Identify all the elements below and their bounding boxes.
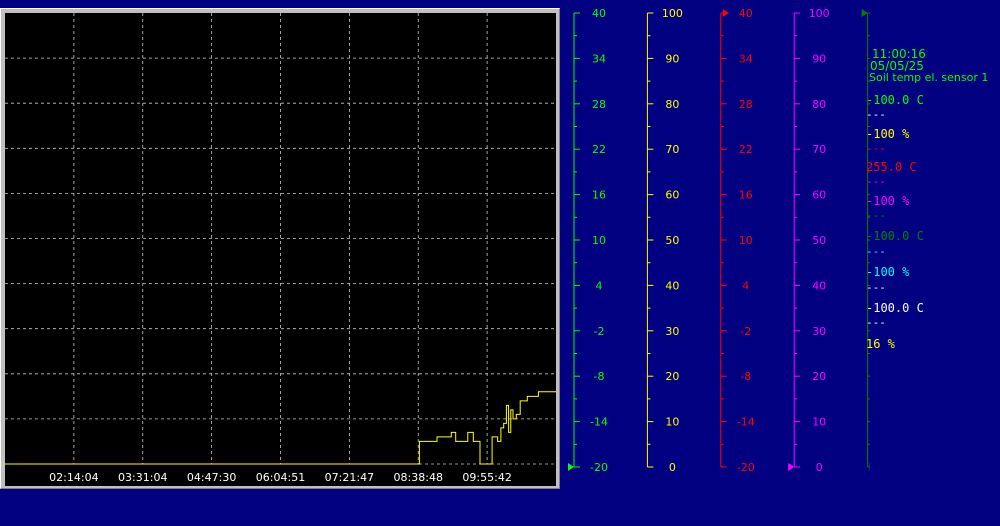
axis-tick-label: 20 — [812, 370, 826, 383]
axis-tick-label: 10 — [739, 234, 753, 247]
axis-tick-label: 50 — [665, 234, 679, 247]
axis-tick-label: 80 — [665, 98, 679, 111]
x-tick-label: 04:47:30 — [187, 471, 236, 484]
axis-tick-label: 60 — [665, 189, 679, 202]
readout-value: -100 % — [866, 265, 910, 279]
readout-value: 255.0 C — [866, 160, 917, 174]
axis-tick-label: 34 — [592, 52, 606, 65]
axis-tick-label: 40 — [592, 7, 606, 20]
axis-tick-label: 100 — [662, 7, 683, 20]
axis-marker-icon — [788, 463, 795, 471]
axis-tick-label: 90 — [665, 52, 679, 65]
axis-tick-label: -14 — [737, 416, 755, 429]
y-axes-panel: 4034282216104-2-8-14-2010090807060504030… — [568, 7, 870, 474]
axis-tick-label: 30 — [665, 325, 679, 338]
axis-tick-label: -20 — [737, 461, 755, 474]
axis-tick-label: 34 — [739, 52, 753, 65]
axis-tick-label: 16 — [739, 189, 753, 202]
readout-separator: --- — [866, 281, 886, 294]
axis-marker-icon — [722, 9, 729, 17]
x-tick-label: 07:21:47 — [325, 471, 374, 484]
axis-tick-label: 50 — [812, 234, 826, 247]
axis-4: 1009080706050403020100 — [788, 7, 830, 474]
readout-separator: --- — [866, 108, 886, 121]
axis-tick-label: 90 — [812, 52, 826, 65]
readout-value: -100 % — [866, 194, 910, 208]
axis-tick-label: 40 — [739, 7, 753, 20]
axis-tick-label: 70 — [812, 143, 826, 156]
x-tick-label: 08:38:48 — [394, 471, 443, 484]
axis-tick-label: -8 — [740, 370, 751, 383]
axis-tick-label: 28 — [592, 98, 606, 111]
axis-tick-label: 100 — [809, 7, 830, 20]
axis-tick-label: -8 — [594, 370, 605, 383]
axis-marker-icon — [568, 463, 574, 471]
axis-tick-label: 10 — [812, 416, 826, 429]
readout-separator: --- — [866, 316, 886, 329]
axis-3: 40 34 28 22 16 10 4 -2 -8 -14 -20 — [720, 7, 755, 474]
axis-tick-label: -20 — [590, 461, 608, 474]
axis-tick-label: 60 — [812, 189, 826, 202]
axis-tick-label: 40 — [812, 279, 826, 292]
readout-separator: --- — [866, 245, 886, 258]
axis-tick-label: 30 — [812, 325, 826, 338]
axis-tick-label: 70 — [665, 143, 679, 156]
axis-tick-label: 40 — [665, 279, 679, 292]
axis-tick-label: 20 — [665, 370, 679, 383]
readout-value: -100.0 C — [866, 93, 924, 107]
readout-value: -100.0 C — [866, 229, 924, 243]
axis-tick-label: -14 — [590, 416, 608, 429]
readout-value: 16 % — [866, 337, 895, 351]
x-tick-label: 03:31:04 — [118, 471, 167, 484]
axis-tick-label: 80 — [812, 98, 826, 111]
axis-tick-label: 22 — [592, 143, 606, 156]
axis-tick-label: 22 — [739, 143, 753, 156]
readout-value: -100 % — [866, 127, 910, 141]
x-tick-label: 02:14:04 — [49, 471, 98, 484]
axis-tick-label: 0 — [669, 461, 676, 474]
chart-frame: 02:14:04 03:31:04 04:47:30 06:04:51 07:21:47… — [0, 8, 560, 489]
readout-separator: --- — [866, 142, 886, 155]
x-tick-label: 09:55:42 — [462, 471, 511, 484]
chart-plot-area[interactable]: 02:14:04 03:31:04 04:47:30 06:04:51 07:21:47… — [5, 13, 556, 486]
axis-2: 1009080706050403020100 — [646, 7, 683, 474]
readout-value: -100.0 C — [866, 301, 924, 315]
axis-tick-label: 16 — [592, 189, 606, 202]
readout-sensor-name: Soil temp el. sensor 1 — [869, 71, 989, 84]
axis-tick-label: 28 — [739, 98, 753, 111]
axis-marker-icon — [861, 9, 868, 17]
axis-tick-label: 10 — [665, 416, 679, 429]
readout-separator: --- — [866, 175, 886, 188]
readout-separator: --- — [866, 209, 886, 222]
axis-tick-label: -2 — [740, 325, 751, 338]
axis-tick-label: 10 — [592, 234, 606, 247]
axis-tick-label: 4 — [742, 279, 749, 292]
axis-tick-label: 0 — [816, 461, 823, 474]
axis-tick-label: 4 — [596, 279, 603, 292]
x-tick-label: 06:04:51 — [256, 471, 305, 484]
axis-1: 40 34 28 22 16 10 4 -2 -8 -14 -20 — [568, 7, 608, 474]
axis-tick-label: -2 — [594, 325, 605, 338]
